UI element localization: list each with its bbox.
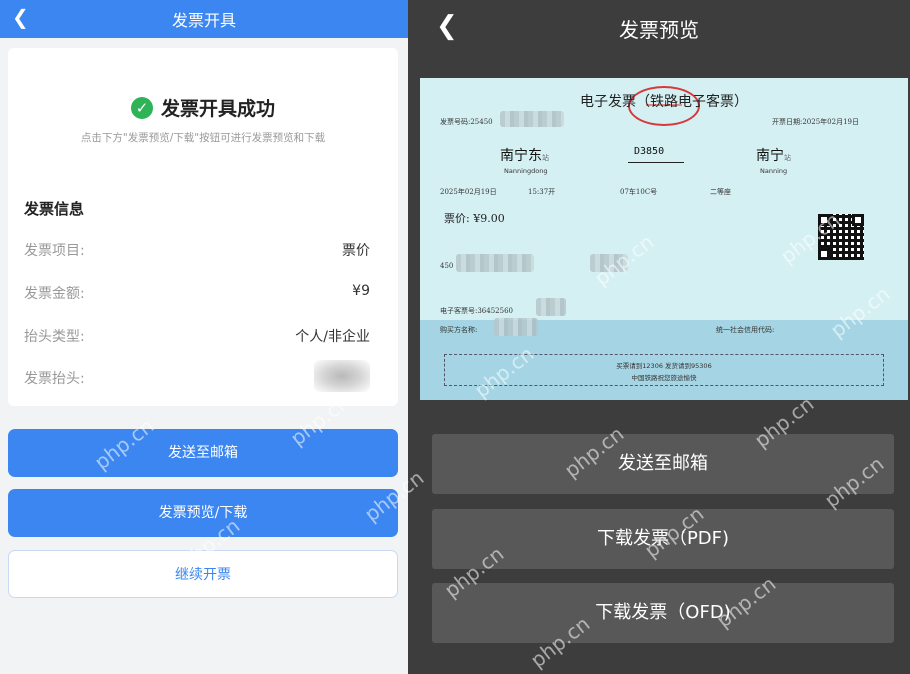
success-title: 发票开具成功 <box>160 98 275 120</box>
download-pdf-button[interactable]: 下载发票（PDF) <box>432 509 894 569</box>
invoice-preview-screen: ❮ 发票预览 电子发票（铁路电子客票） 发票号码:25450 开票日期:2025… <box>408 0 910 674</box>
result-card: ✓ 发票开具成功 点击下方"发票预览/下载"按钮可进行发票预览和下载 发票信息 发… <box>8 48 398 406</box>
car-seat: 07车10C号 <box>620 188 658 196</box>
info-row-amount: 发票金额: ¥9 <box>24 283 370 303</box>
credit-code: 统一社会信用代码: <box>716 326 775 334</box>
ticket-note-box: 买票请到12306 发货请到95306 中国铁路祝您旅途愉快 <box>444 354 884 386</box>
send-email-button[interactable]: 发送至邮箱 <box>8 429 398 477</box>
mosaic-blur <box>590 254 628 272</box>
ticket-price: 票价: ¥9.00 <box>444 212 505 225</box>
check-circle-icon: ✓ <box>130 96 153 119</box>
mosaic-blur <box>500 111 564 127</box>
depart-time: 15:37开 <box>528 188 556 196</box>
page-title: 发票开具 <box>171 11 236 30</box>
passenger-id: 450 <box>440 262 454 270</box>
e-ticket-number: 电子客票号:36452560 <box>440 307 513 315</box>
info-value: 个人/非企业 <box>295 329 370 345</box>
to-station: 南宁站 <box>756 148 791 164</box>
success-banner: ✓ 发票开具成功 <box>8 94 398 121</box>
blurred-value <box>314 360 370 392</box>
seat-class: 二等座 <box>710 188 731 196</box>
issue-date: 开票日期:2025年02月19日 <box>772 118 859 126</box>
invoice-number: 发票号码:25450 <box>440 118 493 126</box>
page-title: 发票预览 <box>619 18 699 42</box>
invoice-issue-screen: ❮ 发票开具 ✓ 发票开具成功 点击下方"发票预览/下载"按钮可进行发票预览和下载… <box>0 0 408 674</box>
info-value: ¥9 <box>352 283 370 299</box>
invoice-image: 电子发票（铁路电子客票） 发票号码:25450 开票日期:2025年02月19日… <box>420 78 908 400</box>
info-label: 发票抬头: <box>24 371 85 387</box>
info-label: 抬头类型: <box>24 329 85 345</box>
send-email-button[interactable]: 发送至邮箱 <box>432 434 894 494</box>
top-bar: ❮ 发票开具 <box>0 0 408 38</box>
info-value: 票价 <box>342 243 370 259</box>
info-row-item: 发票项目: 票价 <box>24 240 370 260</box>
info-row-header: 发票抬头: <box>24 360 370 392</box>
train-arrow-line <box>628 162 684 163</box>
from-station: 南宁东站 <box>500 148 549 164</box>
train-number: D3850 <box>634 146 665 157</box>
to-pinyin: Nanning <box>760 167 788 175</box>
qr-code <box>818 214 864 260</box>
download-ofd-button[interactable]: 下载发票（OFD) <box>432 583 894 643</box>
buyer-name: 购买方名称: <box>440 326 478 334</box>
info-row-title-type: 抬头类型: 个人/非企业 <box>24 326 370 346</box>
mosaic-blur <box>536 298 566 316</box>
note-line-1: 买票请到12306 发货请到95306 <box>616 362 712 370</box>
preview-download-button[interactable]: 发票预览/下载 <box>8 489 398 537</box>
from-pinyin: Nanningdong <box>504 167 548 175</box>
info-label: 发票金额: <box>24 286 85 302</box>
success-hint: 点击下方"发票预览/下载"按钮可进行发票预览和下载 <box>80 132 326 144</box>
note-line-2: 中国铁路祝您旅途愉快 <box>631 374 697 382</box>
continue-invoice-button[interactable]: 继续开票 <box>8 550 398 598</box>
info-label: 发票项目: <box>24 243 85 259</box>
ticket-title: 电子发票（铁路电子客票） <box>580 94 748 110</box>
depart-date: 2025年02月19日 <box>440 188 497 196</box>
invoice-info-title: 发票信息 <box>24 200 85 218</box>
mosaic-blur <box>494 318 538 336</box>
mosaic-blur <box>456 254 534 272</box>
